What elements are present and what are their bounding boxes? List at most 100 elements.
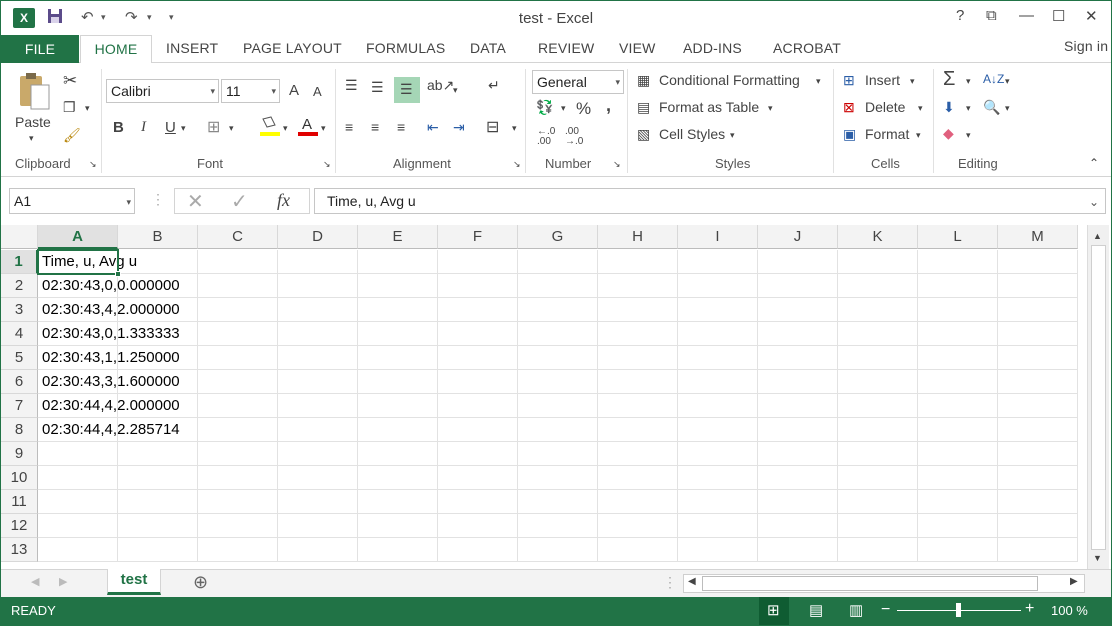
row-header-5[interactable]: 5 [1,346,38,370]
tab-data[interactable]: DATA [470,40,506,56]
zoom-out-button[interactable]: − [881,601,890,619]
formula-input[interactable]: Time, u, Avg u ⌄ [314,188,1106,214]
cell-c6[interactable] [198,370,278,394]
align-left-icon[interactable]: ≡ [345,119,353,135]
orientation-icon[interactable]: ab↗ [427,77,454,94]
number-launcher-icon[interactable]: ↘ [613,159,621,170]
cell-i3[interactable] [678,298,758,322]
cell-l2[interactable] [918,274,998,298]
cell-h8[interactable] [598,418,678,442]
tab-insert[interactable]: INSERT [166,40,218,56]
tab-review[interactable]: REVIEW [538,40,594,56]
tab-file[interactable]: FILE [1,35,79,63]
cell-g2[interactable] [518,274,598,298]
cell-j11[interactable] [758,490,838,514]
cell-g6[interactable] [518,370,598,394]
cell-l12[interactable] [918,514,998,538]
accounting-dropdown-icon[interactable]: ▾ [561,103,566,114]
cell-j5[interactable] [758,346,838,370]
row-header-13[interactable]: 13 [1,538,38,562]
column-header-c[interactable]: C [198,225,278,249]
tab-formulas[interactable]: FORMULAS [366,40,445,56]
cell-c5[interactable] [198,346,278,370]
shrink-font-button[interactable]: A [313,84,322,99]
cell-j13[interactable] [758,538,838,562]
middle-align-icon[interactable]: ☰ [371,79,384,96]
cell-b13[interactable] [118,538,198,562]
cell-d7[interactable] [278,394,358,418]
tab-view[interactable]: VIEW [619,40,656,56]
select-all-corner[interactable] [1,225,38,249]
cell-j8[interactable] [758,418,838,442]
cell-j4[interactable] [758,322,838,346]
cell-f11[interactable] [438,490,518,514]
cell-k12[interactable] [838,514,918,538]
tab-page-layout[interactable]: PAGE LAYOUT [243,40,342,56]
cell-f10[interactable] [438,466,518,490]
cell-g4[interactable] [518,322,598,346]
cell-d3[interactable] [278,298,358,322]
format-cells-icon[interactable]: ▣ [843,126,856,143]
cell-m5[interactable] [998,346,1078,370]
row-header-12[interactable]: 12 [1,514,38,538]
cell-c10[interactable] [198,466,278,490]
scroll-thumb[interactable] [1091,245,1106,550]
next-sheet-icon[interactable]: ▶ [59,575,67,588]
cell-c9[interactable] [198,442,278,466]
cell-f6[interactable] [438,370,518,394]
cell-d1[interactable] [278,250,358,274]
copy-dropdown-icon[interactable]: ▾ [85,103,90,114]
cell-k10[interactable] [838,466,918,490]
expand-formula-icon[interactable]: ⌄ [1089,190,1099,214]
cell-i2[interactable] [678,274,758,298]
column-header-g[interactable]: G [518,225,598,249]
merge-dropdown-icon[interactable]: ▾ [512,123,517,134]
cell-c2[interactable] [198,274,278,298]
h-scroll-thumb[interactable] [702,576,1038,591]
cell-f5[interactable] [438,346,518,370]
align-center-icon[interactable]: ≡ [371,119,379,135]
cell-f12[interactable] [438,514,518,538]
row-header-7[interactable]: 7 [1,394,38,418]
cell-a13[interactable] [38,538,118,562]
cell-f2[interactable] [438,274,518,298]
clear-dropdown-icon[interactable]: ▾ [966,130,971,141]
cell-k7[interactable] [838,394,918,418]
cell-m4[interactable] [998,322,1078,346]
ribbon-display-icon[interactable]: ⧉ [986,7,997,24]
cell-k1[interactable] [838,250,918,274]
cell-m7[interactable] [998,394,1078,418]
cell-c4[interactable] [198,322,278,346]
cell-f13[interactable] [438,538,518,562]
page-layout-view-icon[interactable]: ▤ [809,601,823,619]
row-header-1[interactable]: 1 [1,250,38,274]
cell-l4[interactable] [918,322,998,346]
cell-k6[interactable] [838,370,918,394]
cell-e4[interactable] [358,322,438,346]
cell-j3[interactable] [758,298,838,322]
cell-m1[interactable] [998,250,1078,274]
column-header-h[interactable]: H [598,225,678,249]
paste-dropdown-icon[interactable]: ▾ [29,133,34,144]
column-header-b[interactable]: B [118,225,198,249]
cell-h13[interactable] [598,538,678,562]
paste-button[interactable]: Paste [15,114,51,130]
zoom-in-button[interactable]: + [1025,600,1034,618]
borders-icon[interactable]: ⊞ [207,117,220,137]
fill-color-dropdown-icon[interactable]: ▾ [283,123,288,134]
row-header-11[interactable]: 11 [1,490,38,514]
cell-m3[interactable] [998,298,1078,322]
cell-b11[interactable] [118,490,198,514]
format-cells-button[interactable]: Format [865,126,909,142]
format-as-table-icon[interactable]: ▤ [637,99,650,116]
cell-k9[interactable] [838,442,918,466]
cell-h12[interactable] [598,514,678,538]
fill-handle[interactable] [115,271,121,277]
cell-k5[interactable] [838,346,918,370]
cell-j2[interactable] [758,274,838,298]
minimize-icon[interactable]: — [1019,7,1034,24]
orientation-dropdown-icon[interactable]: ▾ [453,85,458,96]
cell-b10[interactable] [118,466,198,490]
vertical-scrollbar[interactable]: ▲ ▼ [1087,225,1109,569]
cell-g5[interactable] [518,346,598,370]
